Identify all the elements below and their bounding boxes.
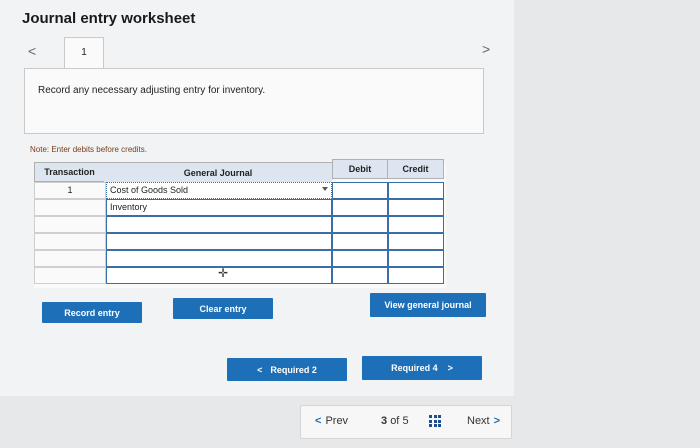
table-row: 1 Cost of Goods Sold	[34, 182, 446, 199]
account-select[interactable]	[106, 216, 332, 233]
page-of: of	[390, 415, 400, 427]
table-row	[34, 267, 446, 284]
pager: < Prev 3 of 5 Next >	[300, 405, 512, 439]
required-next-label: Required 4	[391, 363, 438, 373]
required-next-button[interactable]: Required 4 >	[362, 356, 482, 380]
table-row: Inventory	[34, 199, 446, 216]
next-button[interactable]: Next >	[467, 415, 500, 427]
credit-input[interactable]	[388, 267, 444, 284]
prev-label: Prev	[325, 415, 349, 427]
next-label: Next	[467, 415, 490, 427]
transaction-cell	[34, 216, 106, 233]
debit-input[interactable]	[332, 250, 388, 267]
account-value: Inventory	[110, 202, 148, 212]
credit-input[interactable]	[388, 233, 444, 250]
page-current: 3	[381, 415, 388, 427]
chevron-left-icon: <	[315, 415, 322, 427]
transaction-cell	[34, 199, 106, 216]
required-prev-label: Required 2	[270, 364, 317, 375]
table-row	[34, 216, 446, 233]
header-credit: Credit	[388, 159, 444, 179]
account-select[interactable]: Inventory	[106, 199, 332, 216]
page-title: Journal entry worksheet	[22, 10, 196, 27]
prompt-box: Record any necessary adjusting entry for…	[24, 68, 484, 134]
journal-table: Transaction General Journal Debit Credit…	[34, 159, 446, 288]
view-general-journal-button[interactable]: View general journal	[370, 293, 486, 317]
transaction-cell	[34, 267, 106, 284]
page-total: 5	[402, 415, 409, 427]
account-value: Cost of Goods Sold	[110, 185, 189, 195]
debit-input[interactable]	[332, 267, 388, 284]
required-prev-button[interactable]: < Required 2	[227, 358, 347, 381]
transaction-cell: 1	[34, 182, 106, 199]
table-row	[34, 233, 446, 250]
credit-input[interactable]	[388, 250, 444, 267]
clear-entry-button[interactable]: Clear entry	[173, 298, 273, 319]
table-row	[34, 250, 446, 267]
header-general-journal: General Journal	[104, 162, 332, 182]
chevron-left-icon[interactable]: <	[28, 43, 36, 59]
credit-input[interactable]	[388, 182, 444, 199]
account-select[interactable]	[106, 233, 332, 250]
page-indicator: 3 of 5	[381, 415, 409, 427]
prev-button[interactable]: < Prev	[315, 415, 348, 427]
header-transaction: Transaction	[34, 162, 104, 182]
transaction-cell	[34, 250, 106, 267]
tab-1[interactable]: 1	[64, 37, 104, 69]
record-entry-button[interactable]: Record entry	[42, 302, 142, 323]
move-cursor-icon: ✛	[218, 266, 229, 280]
account-select[interactable]	[106, 250, 332, 267]
prompt-text: Record any necessary adjusting entry for…	[38, 85, 266, 96]
worksheet-panel: Journal entry worksheet < 1 > Record any…	[0, 0, 514, 396]
grid-icon[interactable]	[429, 415, 441, 427]
chevron-left-icon: <	[257, 364, 263, 375]
credit-input[interactable]	[388, 216, 444, 233]
chevron-right-icon[interactable]: >	[482, 41, 490, 57]
note-text: Note: Enter debits before credits.	[30, 145, 147, 154]
account-select[interactable]: Cost of Goods Sold	[106, 182, 332, 199]
header-debit: Debit	[332, 159, 388, 179]
credit-input[interactable]	[388, 199, 444, 216]
debit-input[interactable]	[332, 233, 388, 250]
chevron-down-icon[interactable]	[322, 187, 328, 191]
debit-input[interactable]	[332, 216, 388, 233]
transaction-cell	[34, 233, 106, 250]
chevron-right-icon: >	[447, 363, 453, 373]
debit-input[interactable]	[332, 182, 388, 199]
debit-input[interactable]	[332, 199, 388, 216]
chevron-right-icon: >	[493, 415, 501, 427]
